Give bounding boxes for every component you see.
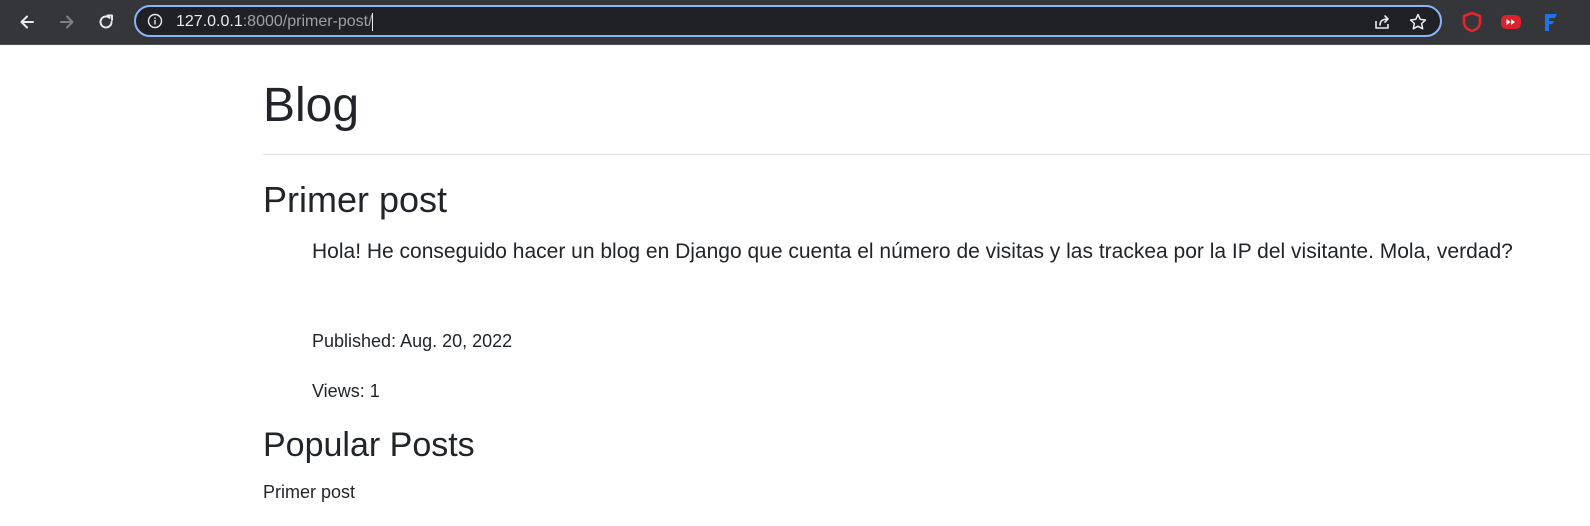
shield-icon (1462, 11, 1482, 33)
post-body: Hola! He conseguido hacer un blog en Dja… (312, 240, 1513, 263)
url-text[interactable]: 127.0.0.1:8000/primer-post/ (176, 13, 373, 31)
star-icon[interactable] (1408, 12, 1428, 32)
extension-youtube-button[interactable] (1500, 11, 1522, 33)
extension-flag-button[interactable] (1540, 11, 1562, 33)
info-icon[interactable] (147, 13, 163, 29)
site-title: Blog (263, 79, 360, 132)
url-host: 127.0.0.1 (176, 13, 243, 30)
flag-icon (1545, 14, 1557, 31)
post-title: Primer post (263, 179, 448, 220)
extension-shield-button[interactable] (1461, 11, 1483, 33)
text-cursor (371, 13, 373, 31)
forward-button[interactable] (52, 7, 82, 37)
popular-post-item[interactable]: Primer post (263, 480, 355, 504)
reload-icon (99, 14, 113, 29)
popular-posts-heading: Popular Posts (263, 426, 475, 464)
browser-toolbar: 127.0.0.1:8000/primer-post/ (0, 0, 1590, 45)
reload-button[interactable] (91, 7, 121, 37)
arrow-right-icon (60, 15, 74, 29)
url-path: :8000/primer-post/ (242, 13, 373, 30)
post-view-count: Views: 1 (312, 381, 380, 401)
post-published-date: Published: Aug. 20, 2022 (312, 331, 513, 351)
arrow-left-icon (20, 15, 34, 29)
popular-posts-list: Primer post (263, 480, 355, 504)
back-button[interactable] (12, 7, 42, 37)
play-forward-icon (1501, 15, 1521, 29)
share-icon[interactable] (1372, 12, 1392, 32)
address-bar[interactable]: 127.0.0.1:8000/primer-post/ (134, 5, 1442, 37)
header-divider (263, 154, 1590, 155)
